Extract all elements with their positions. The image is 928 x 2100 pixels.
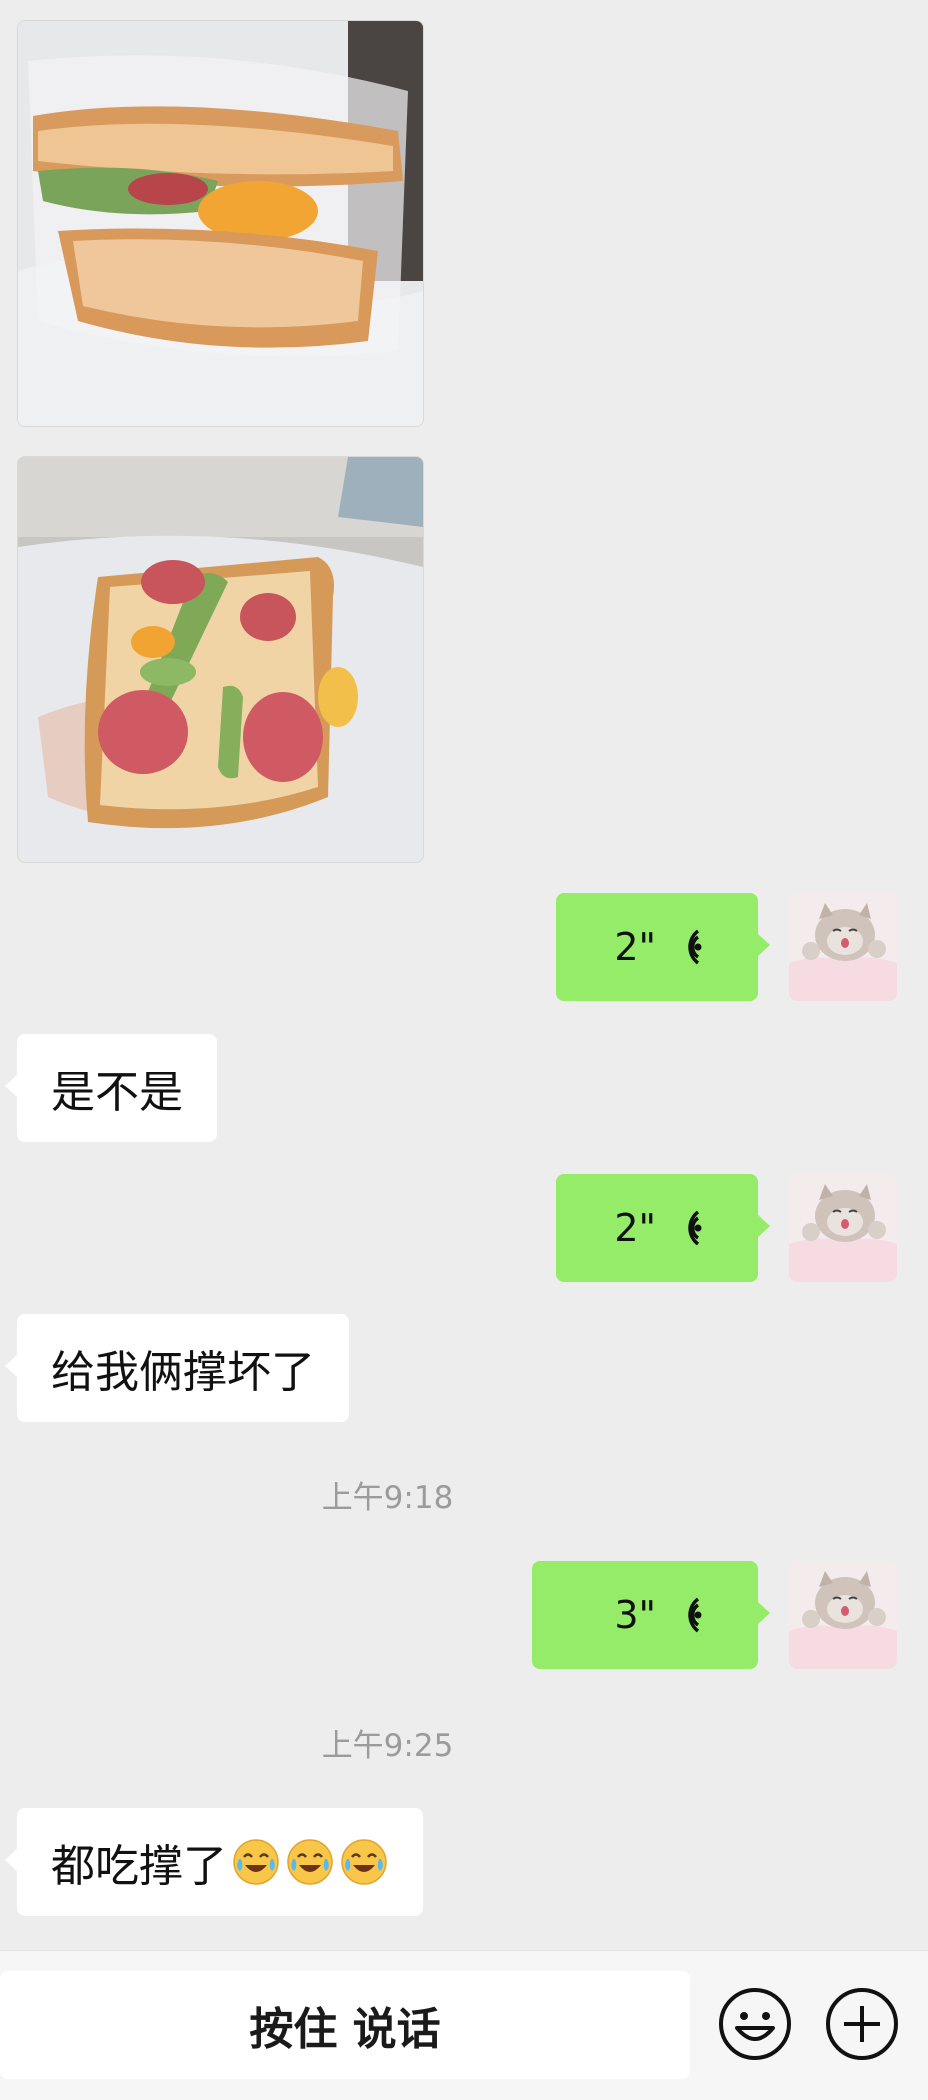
voice-duration: 3" [614, 1593, 656, 1637]
voice-duration: 2" [614, 925, 656, 969]
user-avatar[interactable] [789, 893, 897, 1001]
voice-bubble[interactable]: 2" [556, 893, 770, 1001]
smiley-icon[interactable] [717, 1986, 793, 2062]
message-text: 都吃撑了 [51, 1841, 227, 1892]
voice-wave-icon [670, 1595, 704, 1635]
voice-bubble[interactable]: 2" [556, 1174, 770, 1282]
plus-circle-icon[interactable] [824, 1986, 900, 2062]
outgoing-voice-message: 2" [0, 1174, 928, 1282]
message-timestamp: 上午9:25 [321, 1728, 454, 1764]
emoji-run [231, 1837, 389, 1887]
outgoing-voice-message: 3" [0, 1561, 928, 1669]
crying-laughing-emoji [231, 1837, 281, 1887]
incoming-text-message[interactable]: 是不是 [5, 1034, 217, 1142]
voice-wave-icon [670, 927, 704, 967]
crying-laughing-emoji [285, 1837, 335, 1887]
user-avatar[interactable] [789, 1174, 897, 1282]
voice-bubble[interactable]: 3" [532, 1561, 770, 1669]
chat-input-bar: 按住 说话 [0, 1950, 928, 2100]
voice-duration: 2" [614, 1206, 656, 1250]
sandwich-photo[interactable] [17, 20, 424, 427]
message-timestamp: 上午9:18 [321, 1480, 454, 1516]
outgoing-voice-message: 2" [0, 893, 928, 1001]
crying-laughing-emoji [339, 1837, 389, 1887]
incoming-text-message[interactable]: 都吃撑了 [5, 1808, 423, 1916]
voice-wave-icon [670, 1208, 704, 1248]
open-sandwich-photo[interactable] [17, 456, 424, 863]
incoming-text-message[interactable]: 给我俩撑坏了 [5, 1314, 349, 1422]
open-sandwich-photo-image [18, 457, 423, 862]
chat-history: 2" 是不是 2" 给我俩撑坏了 上午9:18 3" 上午9:25 都吃撑了 [0, 0, 928, 1950]
sandwich-photo-image [18, 21, 423, 426]
user-avatar[interactable] [789, 1561, 897, 1669]
hold-to-talk-button[interactable]: 按住 说话 [0, 1971, 690, 2079]
